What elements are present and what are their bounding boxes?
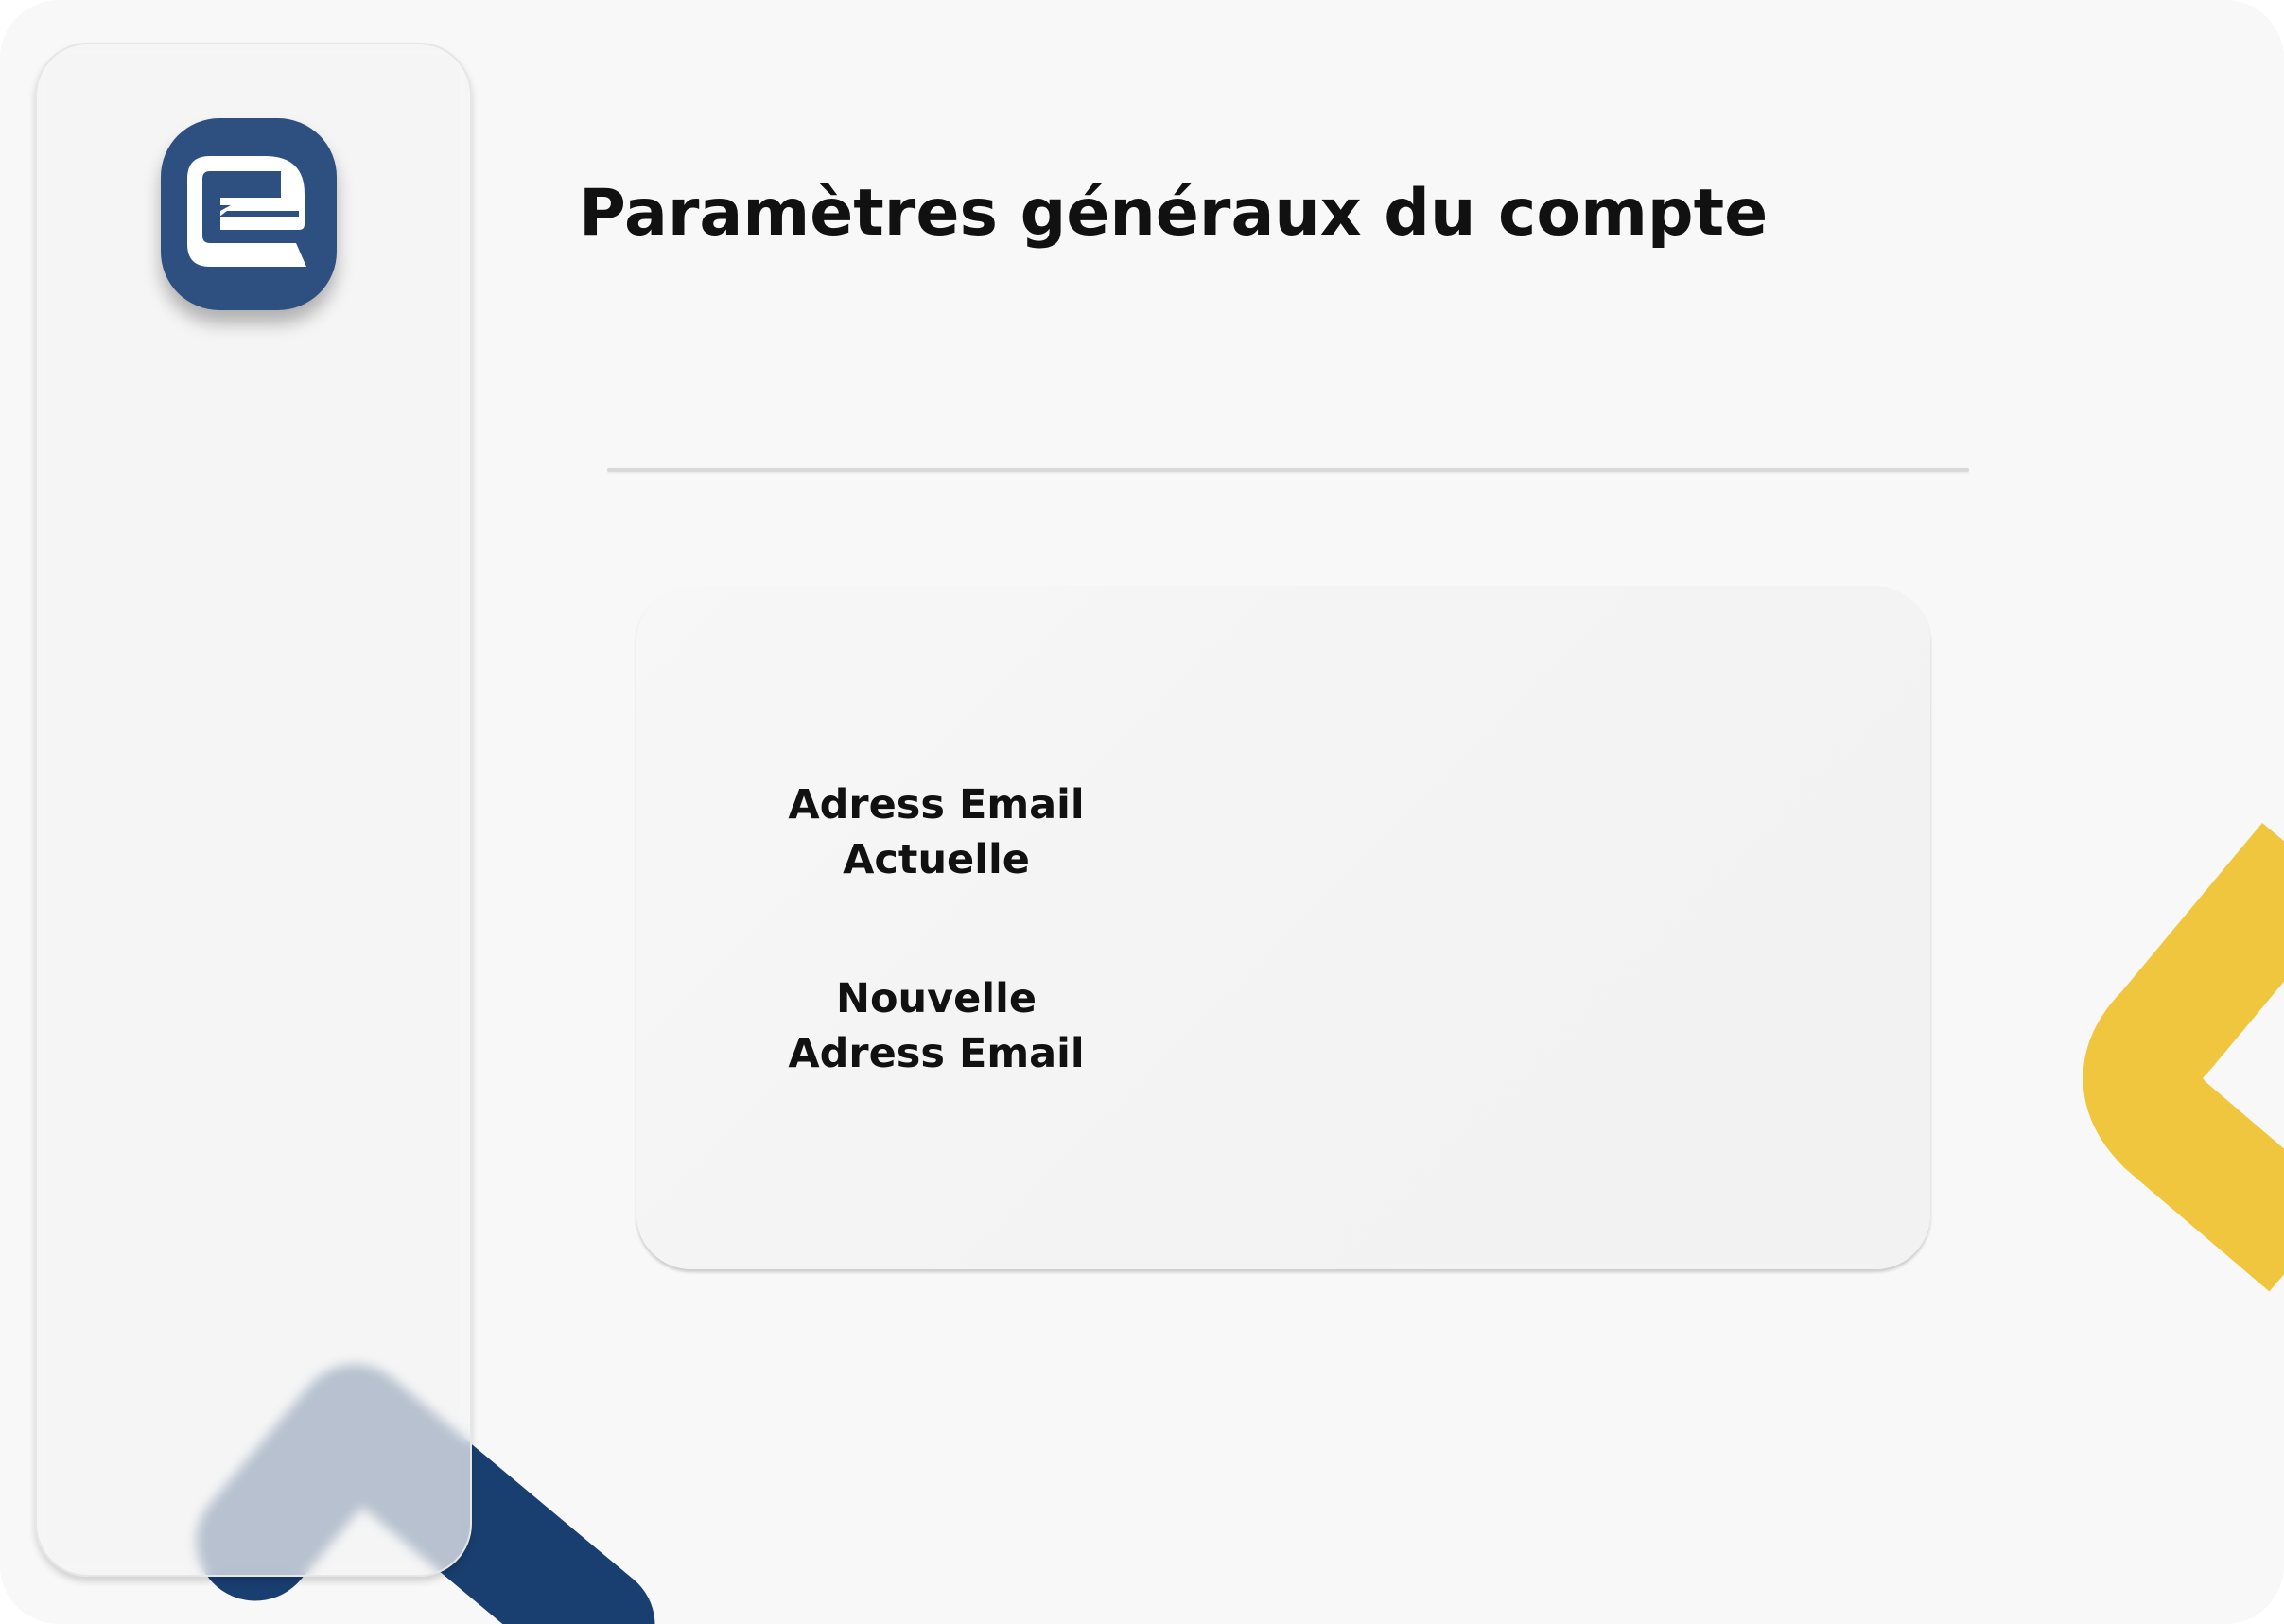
page-title: Paramètres généraux du compte	[579, 176, 1769, 251]
email-settings-card	[636, 586, 1930, 1269]
new-email-label: Nouvelle Adress Email	[738, 971, 1135, 1081]
settings-window: Paramètres généraux du compte Adress Ema…	[0, 0, 2284, 1624]
logo-glyph	[187, 156, 306, 267]
new-email-label-line2: Adress Email	[788, 1030, 1085, 1077]
current-email-label-line2: Actuelle	[843, 836, 1030, 883]
header-divider	[607, 468, 1969, 472]
new-email-label-line1: Nouvelle	[836, 975, 1037, 1022]
current-email-label: Adress Email Actuelle	[738, 777, 1135, 887]
app-logo-icon[interactable]	[161, 118, 337, 310]
current-email-label-line1: Adress Email	[788, 781, 1085, 829]
yellow-chevron-shape	[2083, 822, 2284, 1292]
